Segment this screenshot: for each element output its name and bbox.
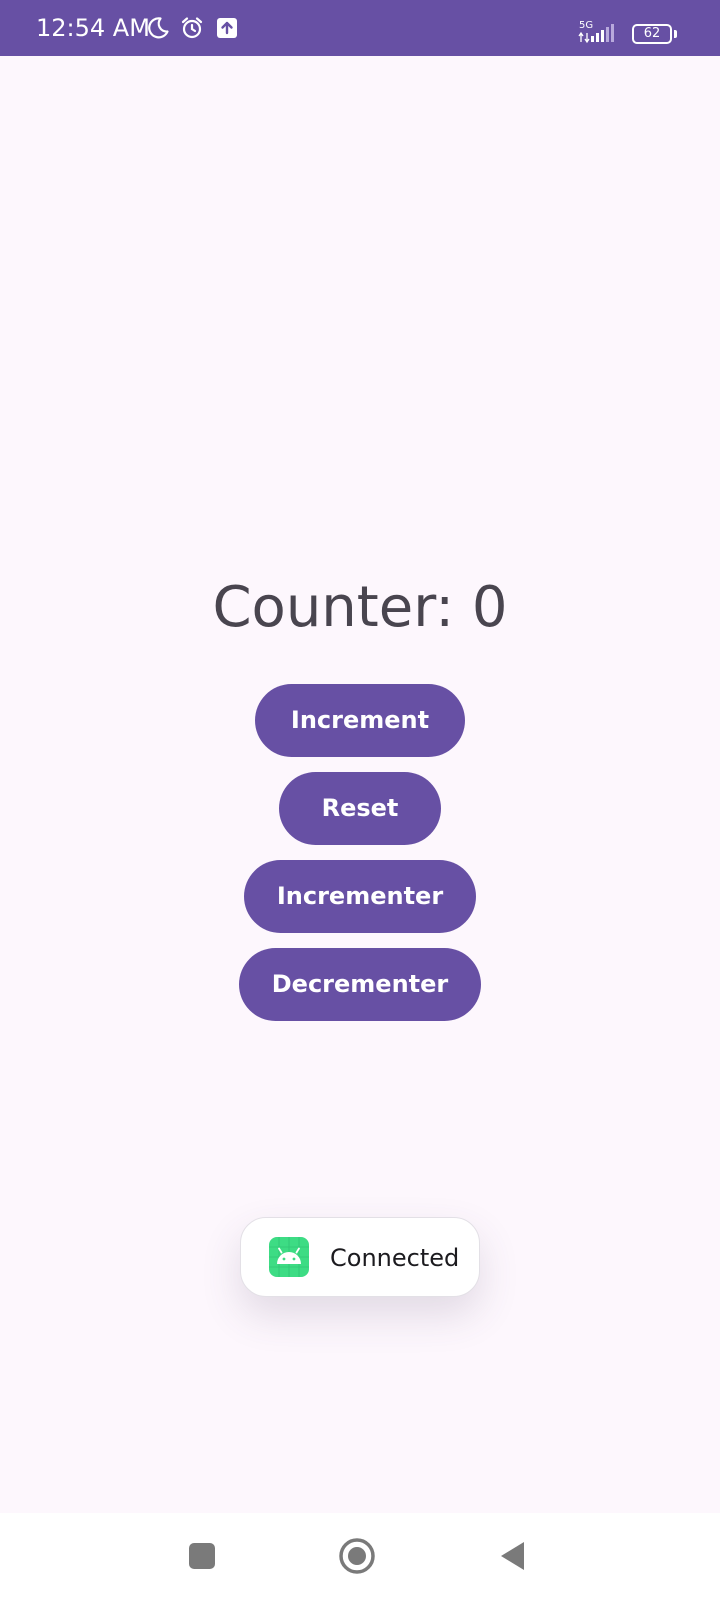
square-icon bbox=[189, 1543, 215, 1569]
home-button[interactable] bbox=[334, 1533, 380, 1579]
decrementer-button[interactable]: Decrementer bbox=[239, 948, 481, 1021]
moon-icon bbox=[148, 17, 169, 39]
back-triangle-icon bbox=[501, 1542, 524, 1570]
back-button[interactable] bbox=[490, 1533, 536, 1579]
recents-button[interactable] bbox=[179, 1533, 225, 1579]
status-time: 12:54 AM bbox=[36, 14, 150, 42]
alarm-icon bbox=[181, 17, 203, 39]
signal-icon bbox=[578, 24, 614, 44]
battery-icon: 62 bbox=[632, 24, 672, 44]
android-app-icon bbox=[269, 1237, 309, 1277]
reset-button[interactable]: Reset bbox=[279, 772, 441, 845]
battery-level: 62 bbox=[643, 26, 661, 41]
circle-icon bbox=[339, 1538, 375, 1574]
incrementer-button[interactable]: Incrementer bbox=[244, 860, 476, 933]
navigation-bar bbox=[0, 1513, 720, 1600]
toast-message: Connected bbox=[330, 1244, 460, 1272]
toast-notification: Connected bbox=[240, 1217, 480, 1297]
upload-icon bbox=[217, 18, 237, 38]
counter-text: Counter: 0 bbox=[212, 575, 508, 640]
battery-terminal bbox=[674, 30, 677, 38]
status-bar: 12:54 AM 5G 62 bbox=[0, 0, 720, 56]
increment-button[interactable]: Increment bbox=[255, 684, 465, 757]
